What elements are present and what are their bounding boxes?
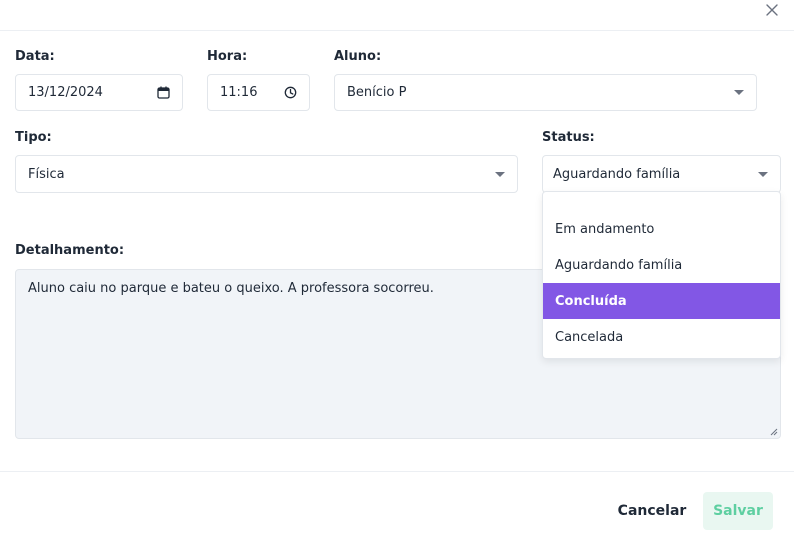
- status-option-cancelada[interactable]: Cancelada: [543, 319, 780, 355]
- header-divider: [0, 30, 794, 31]
- type-select[interactable]: Física: [15, 155, 518, 193]
- date-input[interactable]: 13/12/2024: [15, 74, 183, 111]
- cancel-button[interactable]: Cancelar: [612, 492, 692, 530]
- time-input[interactable]: 11:16: [207, 74, 310, 111]
- close-icon[interactable]: [764, 2, 780, 18]
- student-value: Benício P: [347, 85, 407, 100]
- incident-modal: Data: 13/12/2024 Hora: 11:16 Aluno: Bení…: [0, 0, 794, 536]
- save-button[interactable]: Salvar: [703, 492, 773, 530]
- footer-divider: [0, 471, 794, 472]
- details-label: Detalhamento:: [15, 243, 125, 258]
- calendar-icon[interactable]: [157, 86, 170, 99]
- resize-handle-icon[interactable]: [770, 428, 778, 436]
- type-value: Física: [28, 166, 65, 182]
- status-option-concluida[interactable]: Concluída: [543, 283, 780, 319]
- type-label: Tipo:: [15, 130, 52, 145]
- status-dropdown: Em andamento Aguardando família Concluíd…: [542, 191, 781, 359]
- chevron-down-icon: [758, 171, 768, 177]
- details-value: Aluno caiu no parque e bateu o queixo. A…: [28, 281, 434, 296]
- time-label: Hora:: [207, 49, 248, 64]
- date-label: Data:: [15, 49, 55, 64]
- status-option-em-andamento[interactable]: Em andamento: [543, 211, 780, 247]
- status-label: Status:: [542, 130, 595, 145]
- time-value: 11:16: [220, 85, 258, 100]
- date-value: 13/12/2024: [28, 85, 103, 100]
- student-select[interactable]: Benício P: [334, 74, 757, 111]
- status-value: Aguardando família: [553, 166, 681, 182]
- chevron-down-icon: [734, 90, 744, 95]
- status-option-aguardando-familia[interactable]: Aguardando família: [543, 247, 780, 283]
- clock-icon[interactable]: [284, 86, 297, 99]
- chevron-down-icon: [495, 171, 505, 177]
- student-label: Aluno:: [334, 49, 382, 64]
- status-select[interactable]: Aguardando família: [542, 155, 781, 193]
